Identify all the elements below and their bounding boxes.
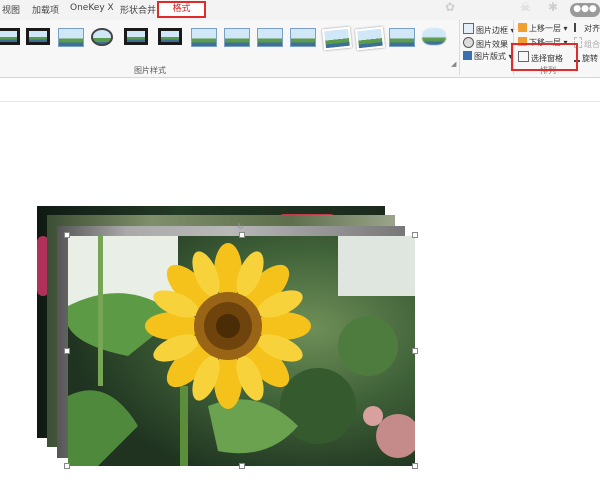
tab-view[interactable]: 视图 [2, 3, 20, 16]
picture-style-thumb[interactable] [124, 28, 148, 45]
picture-style-thumb[interactable] [91, 28, 113, 46]
tab-onekey[interactable]: OneKey X [70, 3, 114, 13]
picture-effects-icon [463, 37, 474, 48]
bring-forward-button[interactable]: 上移一层 ▾ [518, 23, 568, 34]
picture-style-thumb[interactable] [58, 28, 84, 47]
resize-handle[interactable] [239, 463, 245, 469]
picture-style-thumb[interactable] [290, 28, 316, 47]
picture-styles-group-label: 图片样式 [134, 66, 166, 75]
sunflower-picture[interactable] [68, 236, 415, 466]
resize-handle[interactable] [64, 232, 70, 238]
picture-border-icon [463, 23, 474, 34]
align-label: 对齐 [584, 24, 600, 33]
bring-forward-label: 上移一层 [529, 24, 561, 33]
picture-border-label: 图片边框 [476, 26, 508, 35]
rotate-handle-icon[interactable]: ↻ [237, 222, 244, 231]
slide-top-border [0, 101, 600, 102]
resize-handle[interactable] [64, 463, 70, 469]
align-button[interactable]: 对齐 [574, 23, 600, 34]
sunflower-image [68, 236, 415, 466]
rotate-label: 旋转 [582, 54, 598, 63]
ribbon-tab-bar: 视图 加载项 OneKey X 形状合并 格式 ✿ ☠ ✱ ●●● [0, 0, 600, 20]
picture-layout-button[interactable]: 图片版式 ▾ [463, 51, 513, 62]
picture-layout-icon [463, 51, 472, 60]
skull-icon: ☠ [520, 0, 531, 14]
resize-handle[interactable] [412, 463, 418, 469]
bring-forward-icon [518, 23, 527, 32]
picture-effects-button[interactable]: 图片效果 ▾ [463, 37, 515, 50]
gallery-expand-icon[interactable]: ◢ [451, 60, 456, 68]
selection-pane-highlight [511, 43, 578, 71]
group-label: 组合 [584, 40, 600, 49]
picture-style-thumb[interactable] [0, 28, 20, 45]
picture-style-thumb[interactable] [257, 28, 283, 47]
picture-style-thumb[interactable] [191, 28, 217, 47]
resize-handle[interactable] [412, 348, 418, 354]
more-options-icon[interactable]: ●●● [570, 3, 600, 17]
picture-style-thumb[interactable] [26, 28, 50, 45]
picture-style-thumb[interactable] [158, 28, 182, 45]
resize-handle[interactable] [64, 348, 70, 354]
align-icon [574, 23, 582, 32]
group-separator [459, 20, 460, 75]
tab-shape-merge[interactable]: 形状合并 [120, 3, 156, 16]
picture-style-thumb[interactable] [389, 28, 415, 47]
ribbon-body: ◢ 图片样式 图片边框 ▾ 图片效果 ▾ 图片版式 ▾ 上移一层 ▾ 下移一层 … [0, 20, 600, 78]
picture-style-thumb[interactable] [224, 28, 250, 47]
picture-effects-label: 图片效果 [476, 40, 508, 49]
decoration-icon: ✿ [445, 0, 456, 14]
tab-format[interactable]: 格式 [157, 1, 206, 18]
picture-style-thumb[interactable] [422, 28, 446, 45]
resize-handle[interactable] [412, 232, 418, 238]
bug-icon: ✱ [548, 0, 559, 14]
picture-style-thumb[interactable] [354, 26, 386, 51]
picture-layout-label: 图片版式 [474, 52, 506, 61]
picture-style-thumb[interactable] [321, 26, 353, 51]
tab-addins[interactable]: 加载项 [32, 3, 59, 16]
resize-handle[interactable] [239, 232, 245, 238]
picture-border-button[interactable]: 图片边框 ▾ [463, 23, 515, 36]
